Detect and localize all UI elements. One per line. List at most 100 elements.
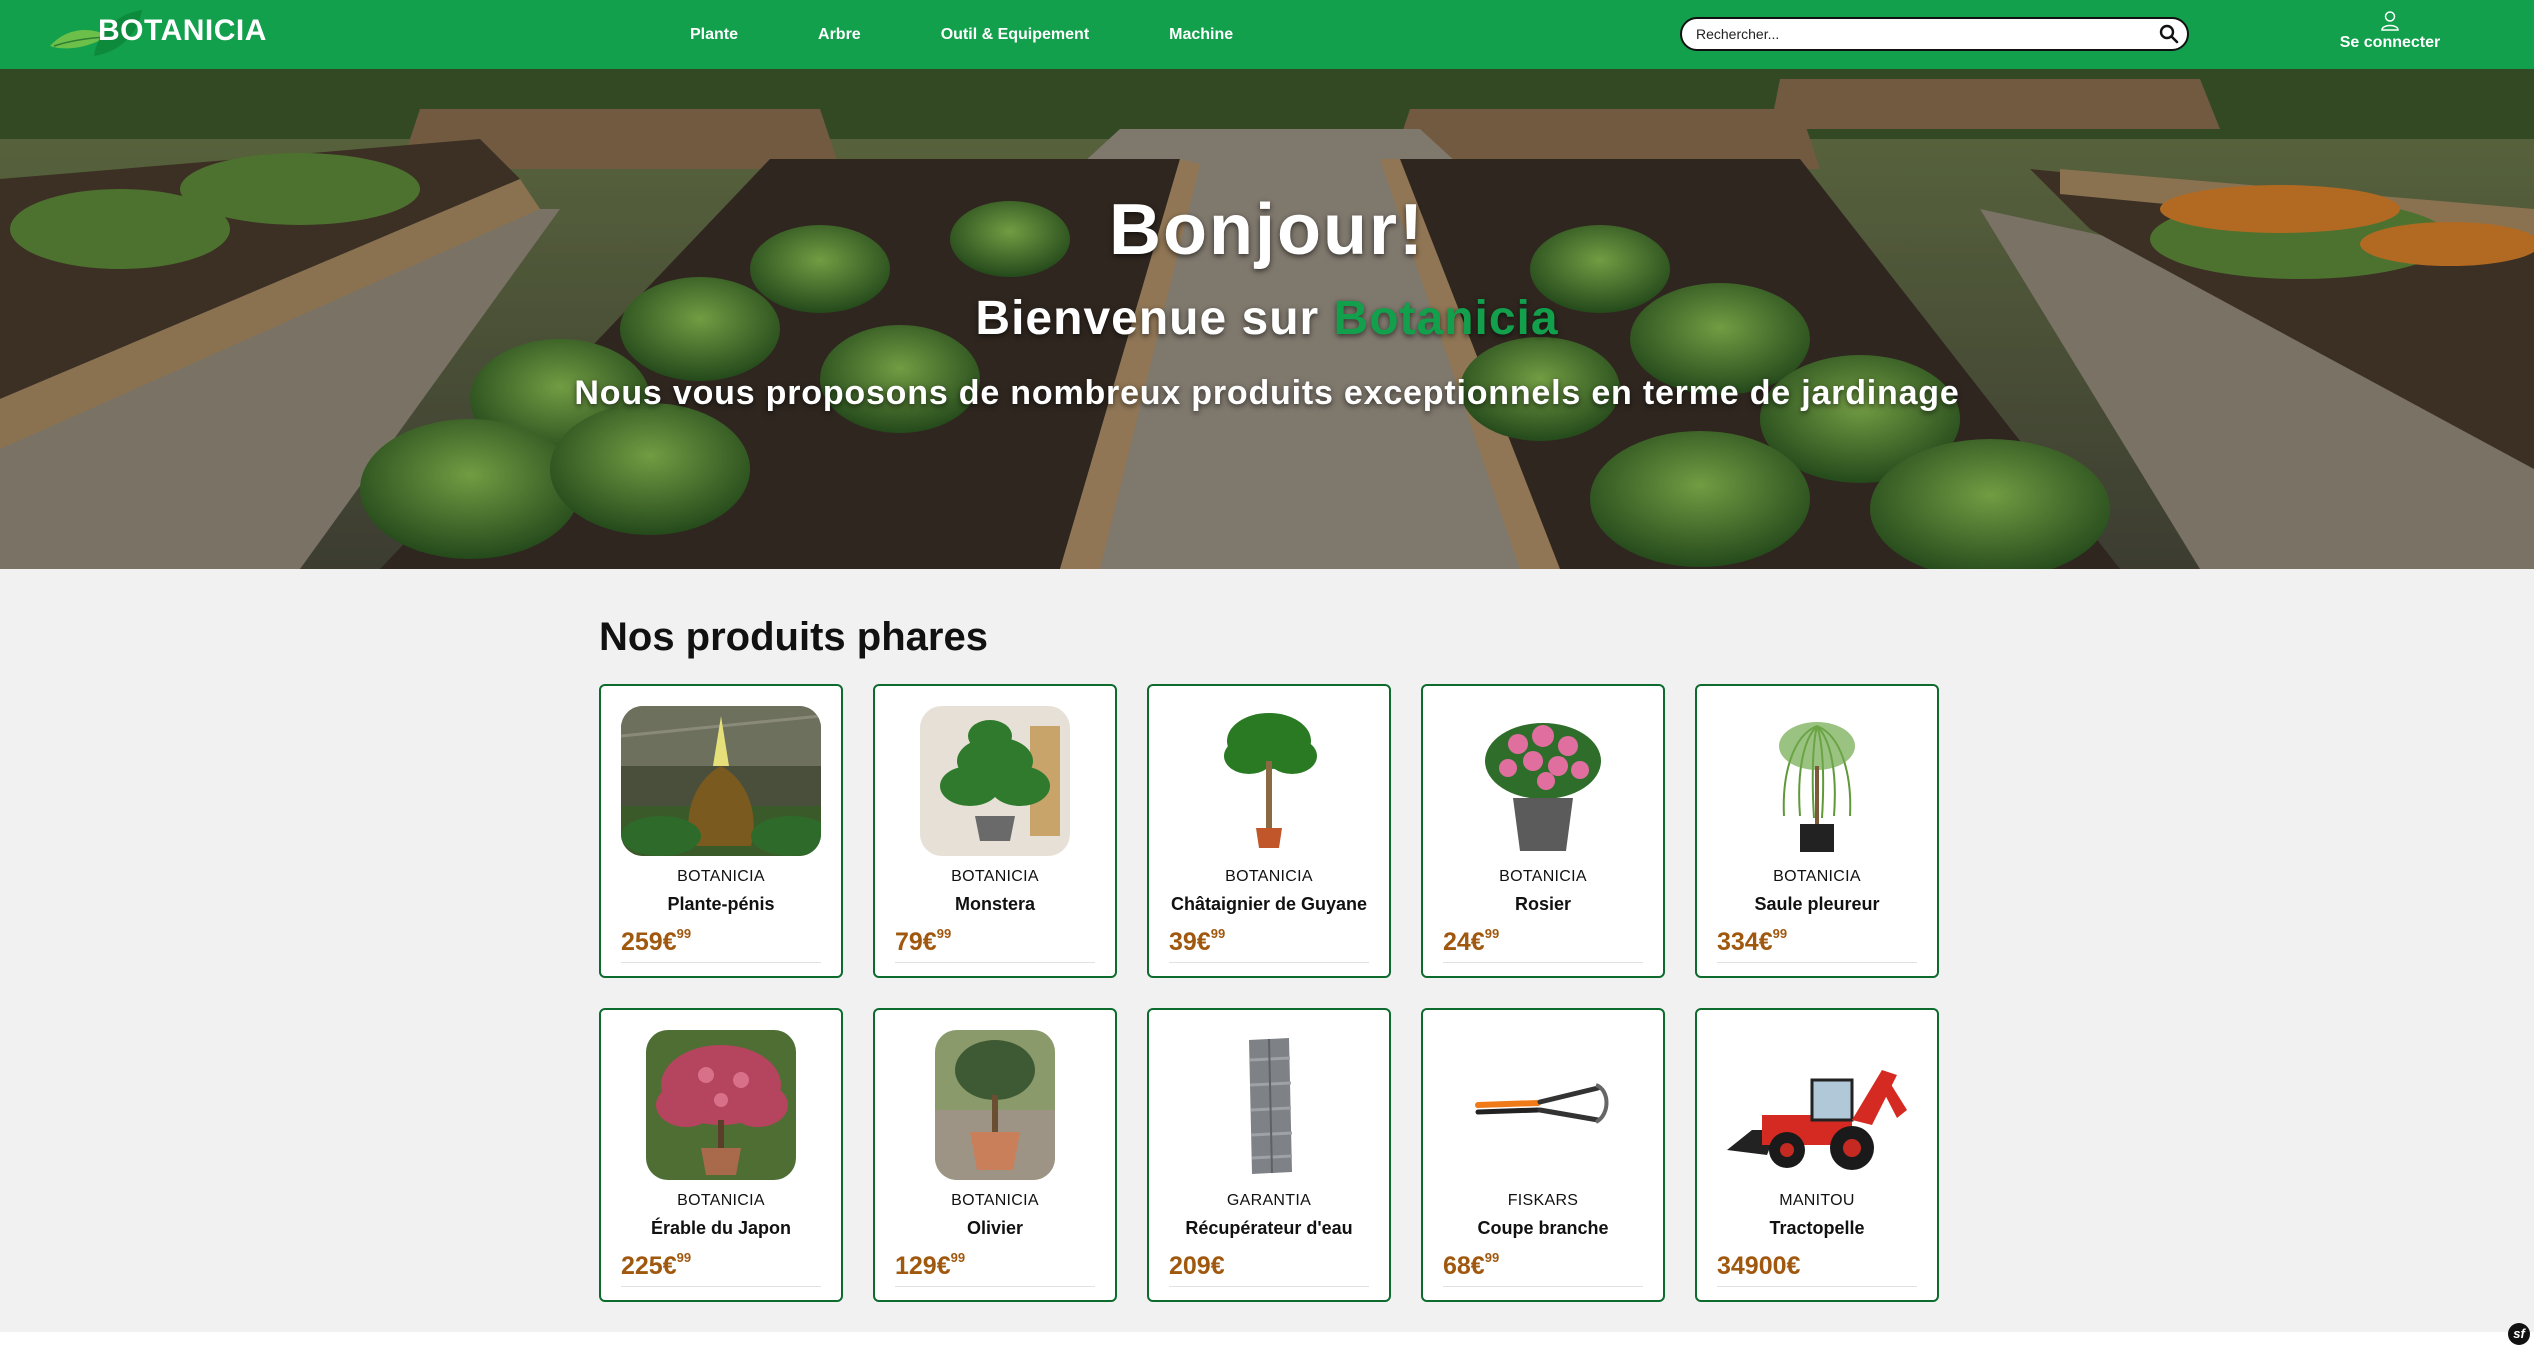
product-brand: BOTANICIA	[951, 1192, 1039, 1209]
product-price: 39€99	[1169, 926, 1225, 957]
product-name[interactable]: Rosier	[1423, 894, 1663, 915]
product-price: 79€99	[895, 926, 951, 957]
product-card[interactable]: BOTANICIA Saule pleureur 334€99	[1695, 684, 1939, 978]
rose-image-icon	[1468, 706, 1618, 856]
price-cents: 99	[1484, 1250, 1500, 1265]
product-image	[1717, 706, 1917, 856]
product-price: 259€99	[621, 926, 691, 957]
card-divider	[1717, 962, 1917, 963]
olive-tree-image-icon	[935, 1030, 1055, 1180]
price-cents: 99	[676, 926, 692, 941]
nav-outil-equipement[interactable]: Outil & Equipement	[941, 26, 1089, 44]
card-divider	[1169, 962, 1369, 963]
product-card[interactable]: GARANTIA Récupérateur d'eau 209€	[1147, 1008, 1391, 1302]
card-divider	[621, 1286, 821, 1287]
hero-subtitle-brand: Botanicia	[1333, 292, 1559, 345]
product-image	[621, 1030, 821, 1180]
product-price: 34900€	[1717, 1250, 1800, 1281]
debug-toolbar-icon[interactable]: sf	[2508, 1323, 2530, 1345]
product-image	[1443, 706, 1643, 856]
product-brand: BOTANICIA	[677, 868, 765, 885]
brand-name[interactable]: BOTANICIA	[98, 14, 267, 48]
product-card[interactable]: FISKARS Coupe branche 68€99	[1421, 1008, 1665, 1302]
price-cents: 99	[676, 1250, 692, 1265]
product-card[interactable]: BOTANICIA Châtaignier de Guyane 39€99	[1147, 684, 1391, 978]
price-main: 79€	[895, 928, 937, 956]
willow-image-icon	[1742, 706, 1892, 856]
backhoe-image-icon	[1722, 1030, 1912, 1180]
product-image	[1717, 1030, 1917, 1180]
product-brand: BOTANICIA	[677, 1192, 765, 1209]
product-name[interactable]: Récupérateur d'eau	[1149, 1218, 1389, 1239]
product-name[interactable]: Châtaignier de Guyane	[1149, 894, 1389, 915]
product-price: 24€99	[1443, 926, 1499, 957]
card-divider	[895, 1286, 1095, 1287]
login-button[interactable]: Se connecter	[2320, 10, 2460, 52]
product-image	[895, 1030, 1095, 1180]
nav-plante[interactable]: Plante	[690, 26, 738, 44]
product-card[interactable]: BOTANICIA Monstera 79€99	[873, 684, 1117, 978]
product-image	[1169, 1030, 1369, 1180]
product-card[interactable]: BOTANICIA Olivier 129€99	[873, 1008, 1117, 1302]
price-main: 39€	[1169, 928, 1211, 956]
hero-subtitle: Bienvenue sur Botanicia	[0, 291, 2534, 346]
card-divider	[1443, 962, 1643, 963]
product-price: 68€99	[1443, 1250, 1499, 1281]
product-name[interactable]: Tractopelle	[1697, 1218, 1937, 1239]
search-input[interactable]	[1696, 20, 2151, 48]
product-name[interactable]: Coupe branche	[1423, 1218, 1663, 1239]
price-main: 68€	[1443, 1252, 1485, 1280]
product-image	[1169, 706, 1369, 856]
hero-banner: Bonjour! Bienvenue sur Botanicia Nous vo…	[0, 69, 2534, 569]
product-image	[1443, 1030, 1643, 1180]
card-divider	[621, 962, 821, 963]
product-card[interactable]: BOTANICIA Rosier 24€99	[1421, 684, 1665, 978]
product-image	[895, 706, 1095, 856]
footer	[0, 1332, 2534, 1348]
product-brand: BOTANICIA	[1499, 868, 1587, 885]
product-name[interactable]: Monstera	[875, 894, 1115, 915]
nav-machine[interactable]: Machine	[1169, 26, 1233, 44]
price-cents: 99	[950, 1250, 966, 1265]
top-navbar: BOTANICIA Plante Arbre Outil & Equipemen…	[0, 0, 2534, 69]
search-button[interactable]	[2151, 19, 2187, 49]
product-card[interactable]: BOTANICIA Plante-pénis 259€99	[599, 684, 843, 978]
price-main: 209€	[1169, 1252, 1225, 1280]
maple-image-icon	[646, 1030, 796, 1180]
product-brand: FISKARS	[1507, 1192, 1579, 1209]
hero-description: Nous vous proposons de nombreux produits…	[574, 374, 1960, 412]
price-main: 259€	[621, 928, 677, 956]
product-price: 334€99	[1717, 926, 1787, 957]
product-name[interactable]: Olivier	[875, 1218, 1115, 1239]
main-nav: Plante Arbre Outil & Equipement Machine	[690, 0, 1233, 69]
card-divider	[1717, 1286, 1917, 1287]
product-price: 209€	[1169, 1250, 1225, 1281]
price-main: 225€	[621, 1252, 677, 1280]
product-price: 225€99	[621, 1250, 691, 1281]
product-price: 129€99	[895, 1250, 965, 1281]
water-tank-image-icon	[1194, 1030, 1344, 1180]
price-main: 334€	[1717, 928, 1773, 956]
product-name[interactable]: Érable du Japon	[601, 1218, 841, 1239]
price-main: 24€	[1443, 928, 1485, 956]
card-divider	[1169, 1286, 1369, 1287]
card-divider	[895, 962, 1095, 963]
product-brand: MANITOU	[1779, 1192, 1855, 1209]
product-name[interactable]: Plante-pénis	[601, 894, 841, 915]
hero-title: Bonjour!	[1109, 190, 1425, 270]
product-brand: BOTANICIA	[951, 868, 1039, 885]
plant-image-icon	[920, 706, 1070, 856]
nav-arbre[interactable]: Arbre	[818, 26, 861, 44]
plant-image-icon	[621, 706, 821, 856]
product-card[interactable]: BOTANICIA Érable du Japon 225€99	[599, 1008, 843, 1302]
lopper-image-icon	[1468, 1030, 1618, 1180]
product-name[interactable]: Saule pleureur	[1697, 894, 1937, 915]
card-divider	[1443, 1286, 1643, 1287]
price-cents: 99	[1772, 926, 1788, 941]
price-cents: 99	[1210, 926, 1226, 941]
product-image	[621, 706, 821, 856]
product-card[interactable]: MANITOU Tractopelle 34900€	[1695, 1008, 1939, 1302]
hero-subtitle-prefix: Bienvenue sur	[975, 292, 1334, 345]
product-brand: GARANTIA	[1226, 1192, 1312, 1209]
price-cents: 99	[1484, 926, 1500, 941]
